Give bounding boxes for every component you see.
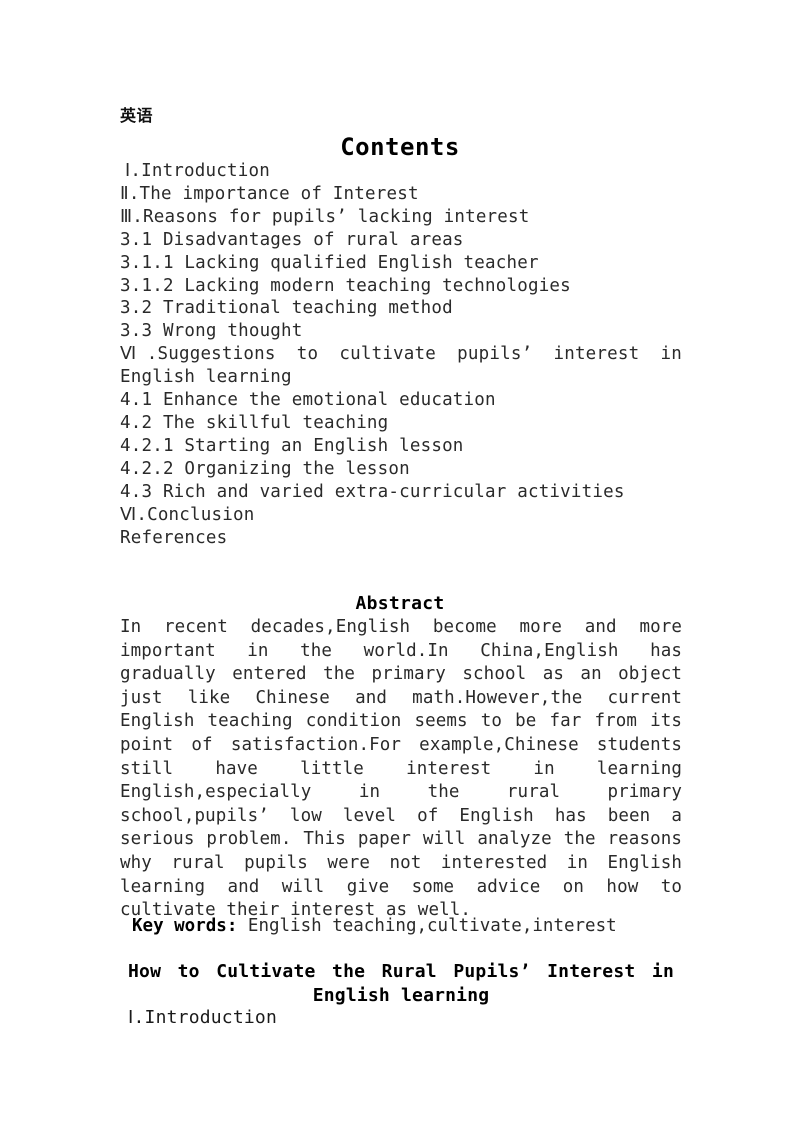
- toc-entry: 3.1 Disadvantages of rural areas: [120, 229, 464, 250]
- toc-entry: Ⅰ.Introduction: [125, 161, 270, 181]
- toc-entry: Ⅲ.Reasons for pupils’ lacking interest: [120, 206, 530, 227]
- keywords-line: Key words: English teaching,cultivate,in…: [120, 915, 682, 938]
- document-page: 英语 Contents Ⅰ.Introduction Ⅱ.The importan…: [0, 0, 800, 1132]
- abstract-body: In recent decades,English become more an…: [120, 617, 682, 921]
- toc-entry: References: [120, 527, 228, 548]
- toc-entry: 4.1 Enhance the emotional education: [120, 390, 496, 411]
- toc-entry: Ⅵ.Conclusion: [120, 504, 255, 525]
- keywords-label: Key words:: [132, 916, 238, 936]
- toc-entry: 4.2.1 Starting an English lesson: [120, 435, 464, 456]
- toc-entry: 3.1.2 Lacking modern teaching technologi…: [120, 275, 571, 296]
- abstract-heading: Abstract: [355, 593, 445, 614]
- toc-entry: 3.1.1 Lacking qualified English teacher: [120, 252, 539, 273]
- toc-entry: 3.3 Wrong thought: [120, 321, 303, 342]
- keywords-value: English teaching,cultivate,interest: [247, 916, 617, 936]
- toc-entry: 4.2.2 Organizing the lesson: [120, 458, 410, 479]
- paper-title-line-2: English learning: [312, 984, 490, 1006]
- toc-entry: Ⅵ.Suggestions to cultivate pupils’ inter…: [120, 344, 682, 388]
- toc-entry: 4.2 The skillful teaching: [120, 412, 389, 433]
- toc-entry: Ⅱ.The importance of Interest: [120, 183, 419, 204]
- paper-title: How to Cultivate the Rural Pupils’ Inter…: [128, 960, 674, 1007]
- keywords-spacer: [237, 916, 248, 936]
- toc-entry: 4.3 Rich and varied extra-curricular act…: [120, 481, 625, 502]
- section-heading-introduction: Ⅰ.Introduction: [128, 1007, 277, 1028]
- paper-title-line-1: How to Cultivate the Rural Pupils’ Inter…: [128, 961, 674, 982]
- contents-heading: Contents: [340, 133, 460, 161]
- toc-entry: 3.2 Traditional teaching method: [120, 298, 453, 319]
- table-of-contents: Ⅰ.Introduction Ⅱ.The importance of Intere…: [120, 160, 682, 549]
- language-label: 英语: [120, 106, 154, 125]
